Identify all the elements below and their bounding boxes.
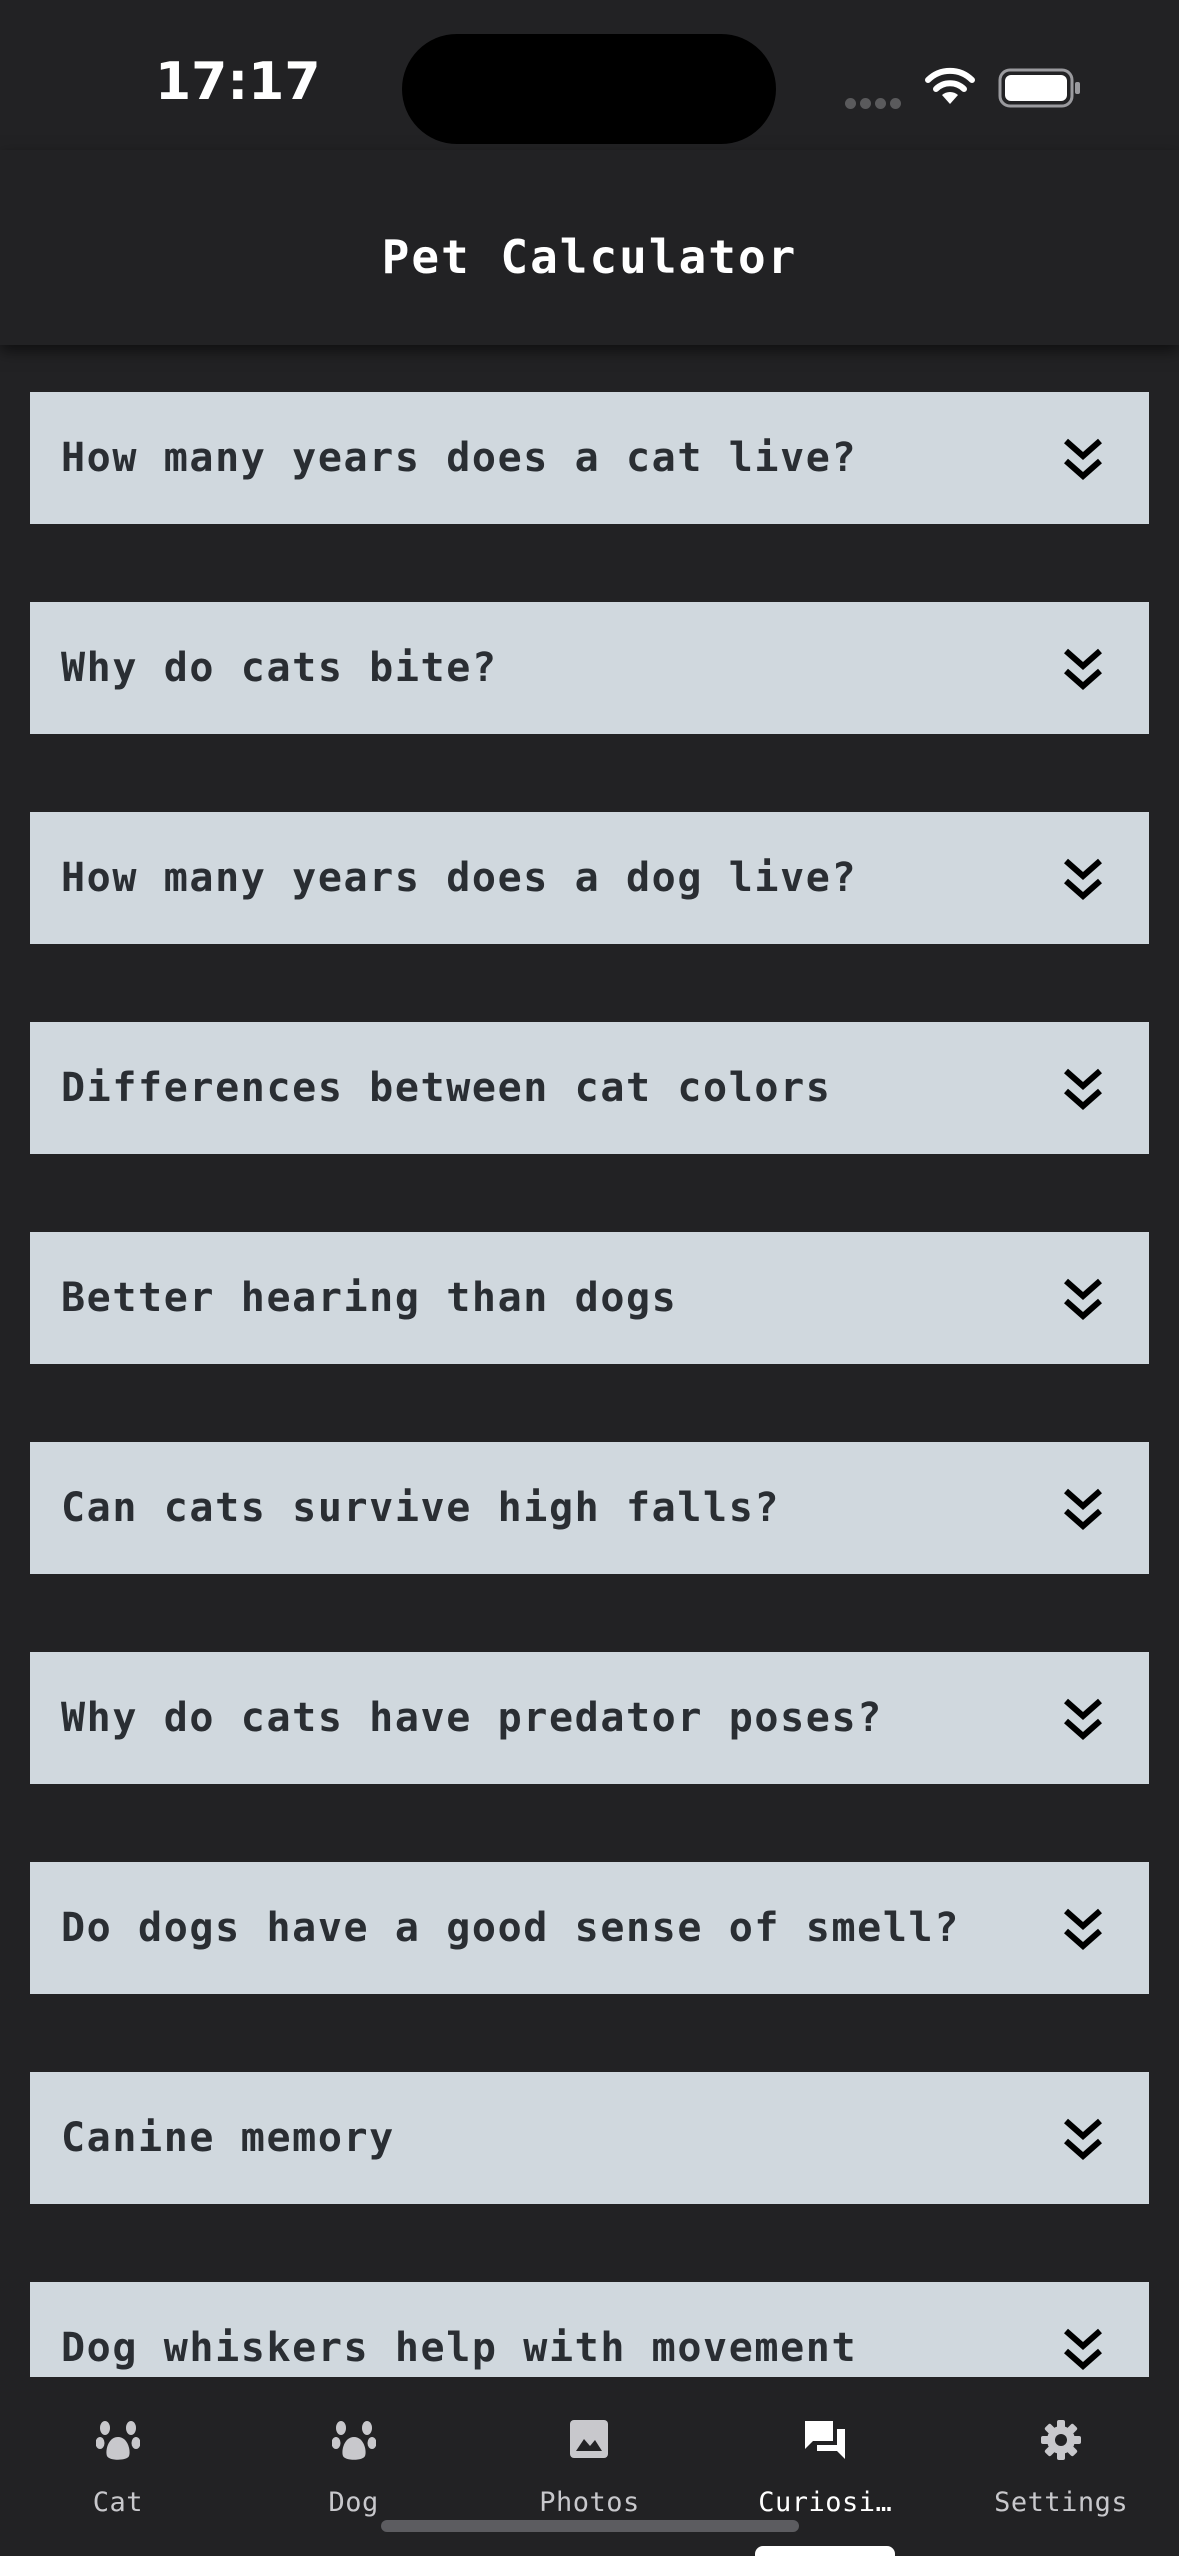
faq-item[interactable]: Canine memory (30, 2072, 1149, 2204)
faq-question: Better hearing than dogs (61, 1275, 678, 1321)
faq-question: Dog whiskers help with movement (61, 2325, 858, 2371)
faq-list: How many years does a cat live? Why do c… (30, 392, 1149, 2377)
faq-question: Can cats survive high falls? (61, 1485, 781, 1531)
faq-item[interactable]: Better hearing than dogs (30, 1232, 1149, 1364)
faq-question: Differences between cat colors (61, 1065, 832, 1111)
double-chevron-down-icon[interactable] (1061, 856, 1105, 902)
battery-icon (998, 68, 1080, 108)
double-chevron-down-icon[interactable] (1061, 1066, 1105, 1112)
tab-cat[interactable]: Cat (0, 2377, 236, 2556)
double-chevron-down-icon[interactable] (1061, 2326, 1105, 2372)
faq-question: Why do cats have predator poses? (61, 1695, 883, 1741)
faq-question: Canine memory (61, 2115, 395, 2161)
tab-label: Dog (328, 2487, 379, 2518)
cellular-signal-icon (845, 94, 905, 113)
faq-question: How many years does a dog live? (61, 855, 858, 901)
double-chevron-down-icon[interactable] (1061, 1696, 1105, 1742)
double-chevron-down-icon[interactable] (1061, 2116, 1105, 2162)
faq-question: How many years does a cat live? (61, 435, 858, 481)
faq-item[interactable]: Why do cats have predator poses? (30, 1652, 1149, 1784)
double-chevron-down-icon[interactable] (1061, 646, 1105, 692)
faq-item[interactable]: Do dogs have a good sense of smell? (30, 1862, 1149, 1994)
tab-label: Settings (994, 2487, 1129, 2518)
faq-item[interactable]: Why do cats bite? (30, 602, 1149, 734)
paw-icon (95, 2421, 140, 2460)
page-title: Pet Calculator (381, 230, 798, 284)
paw-icon (331, 2421, 376, 2460)
double-chevron-down-icon[interactable] (1061, 1276, 1105, 1322)
tab-label: Curiosi… (758, 2487, 893, 2518)
faq-question: Do dogs have a good sense of smell? (61, 1905, 960, 1951)
dynamic-island (402, 34, 776, 144)
faq-question: Why do cats bite? (61, 645, 498, 691)
active-tab-indicator (755, 2546, 895, 2556)
faq-item[interactable]: How many years does a cat live? (30, 392, 1149, 524)
faq-item[interactable]: Can cats survive high falls? (30, 1442, 1149, 1574)
status-bar: 17:17 (0, 0, 1179, 150)
app-header: Pet Calculator (0, 150, 1179, 345)
chat-icon (805, 2421, 846, 2459)
home-indicator[interactable] (381, 2520, 799, 2532)
faq-item[interactable]: How many years does a dog live? (30, 812, 1149, 944)
status-time: 17:17 (155, 52, 321, 112)
tab-label: Cat (92, 2487, 144, 2518)
tab-label: Photos (539, 2487, 640, 2518)
gear-icon (1041, 2420, 1082, 2460)
double-chevron-down-icon[interactable] (1061, 436, 1105, 482)
image-icon (570, 2420, 609, 2458)
double-chevron-down-icon[interactable] (1061, 1906, 1105, 1952)
double-chevron-down-icon[interactable] (1061, 1486, 1105, 1532)
faq-item[interactable]: Dog whiskers help with movement (30, 2282, 1149, 2377)
wifi-icon (925, 67, 975, 104)
faq-item[interactable]: Differences between cat colors (30, 1022, 1149, 1154)
tab-settings[interactable]: Settings (943, 2377, 1179, 2556)
